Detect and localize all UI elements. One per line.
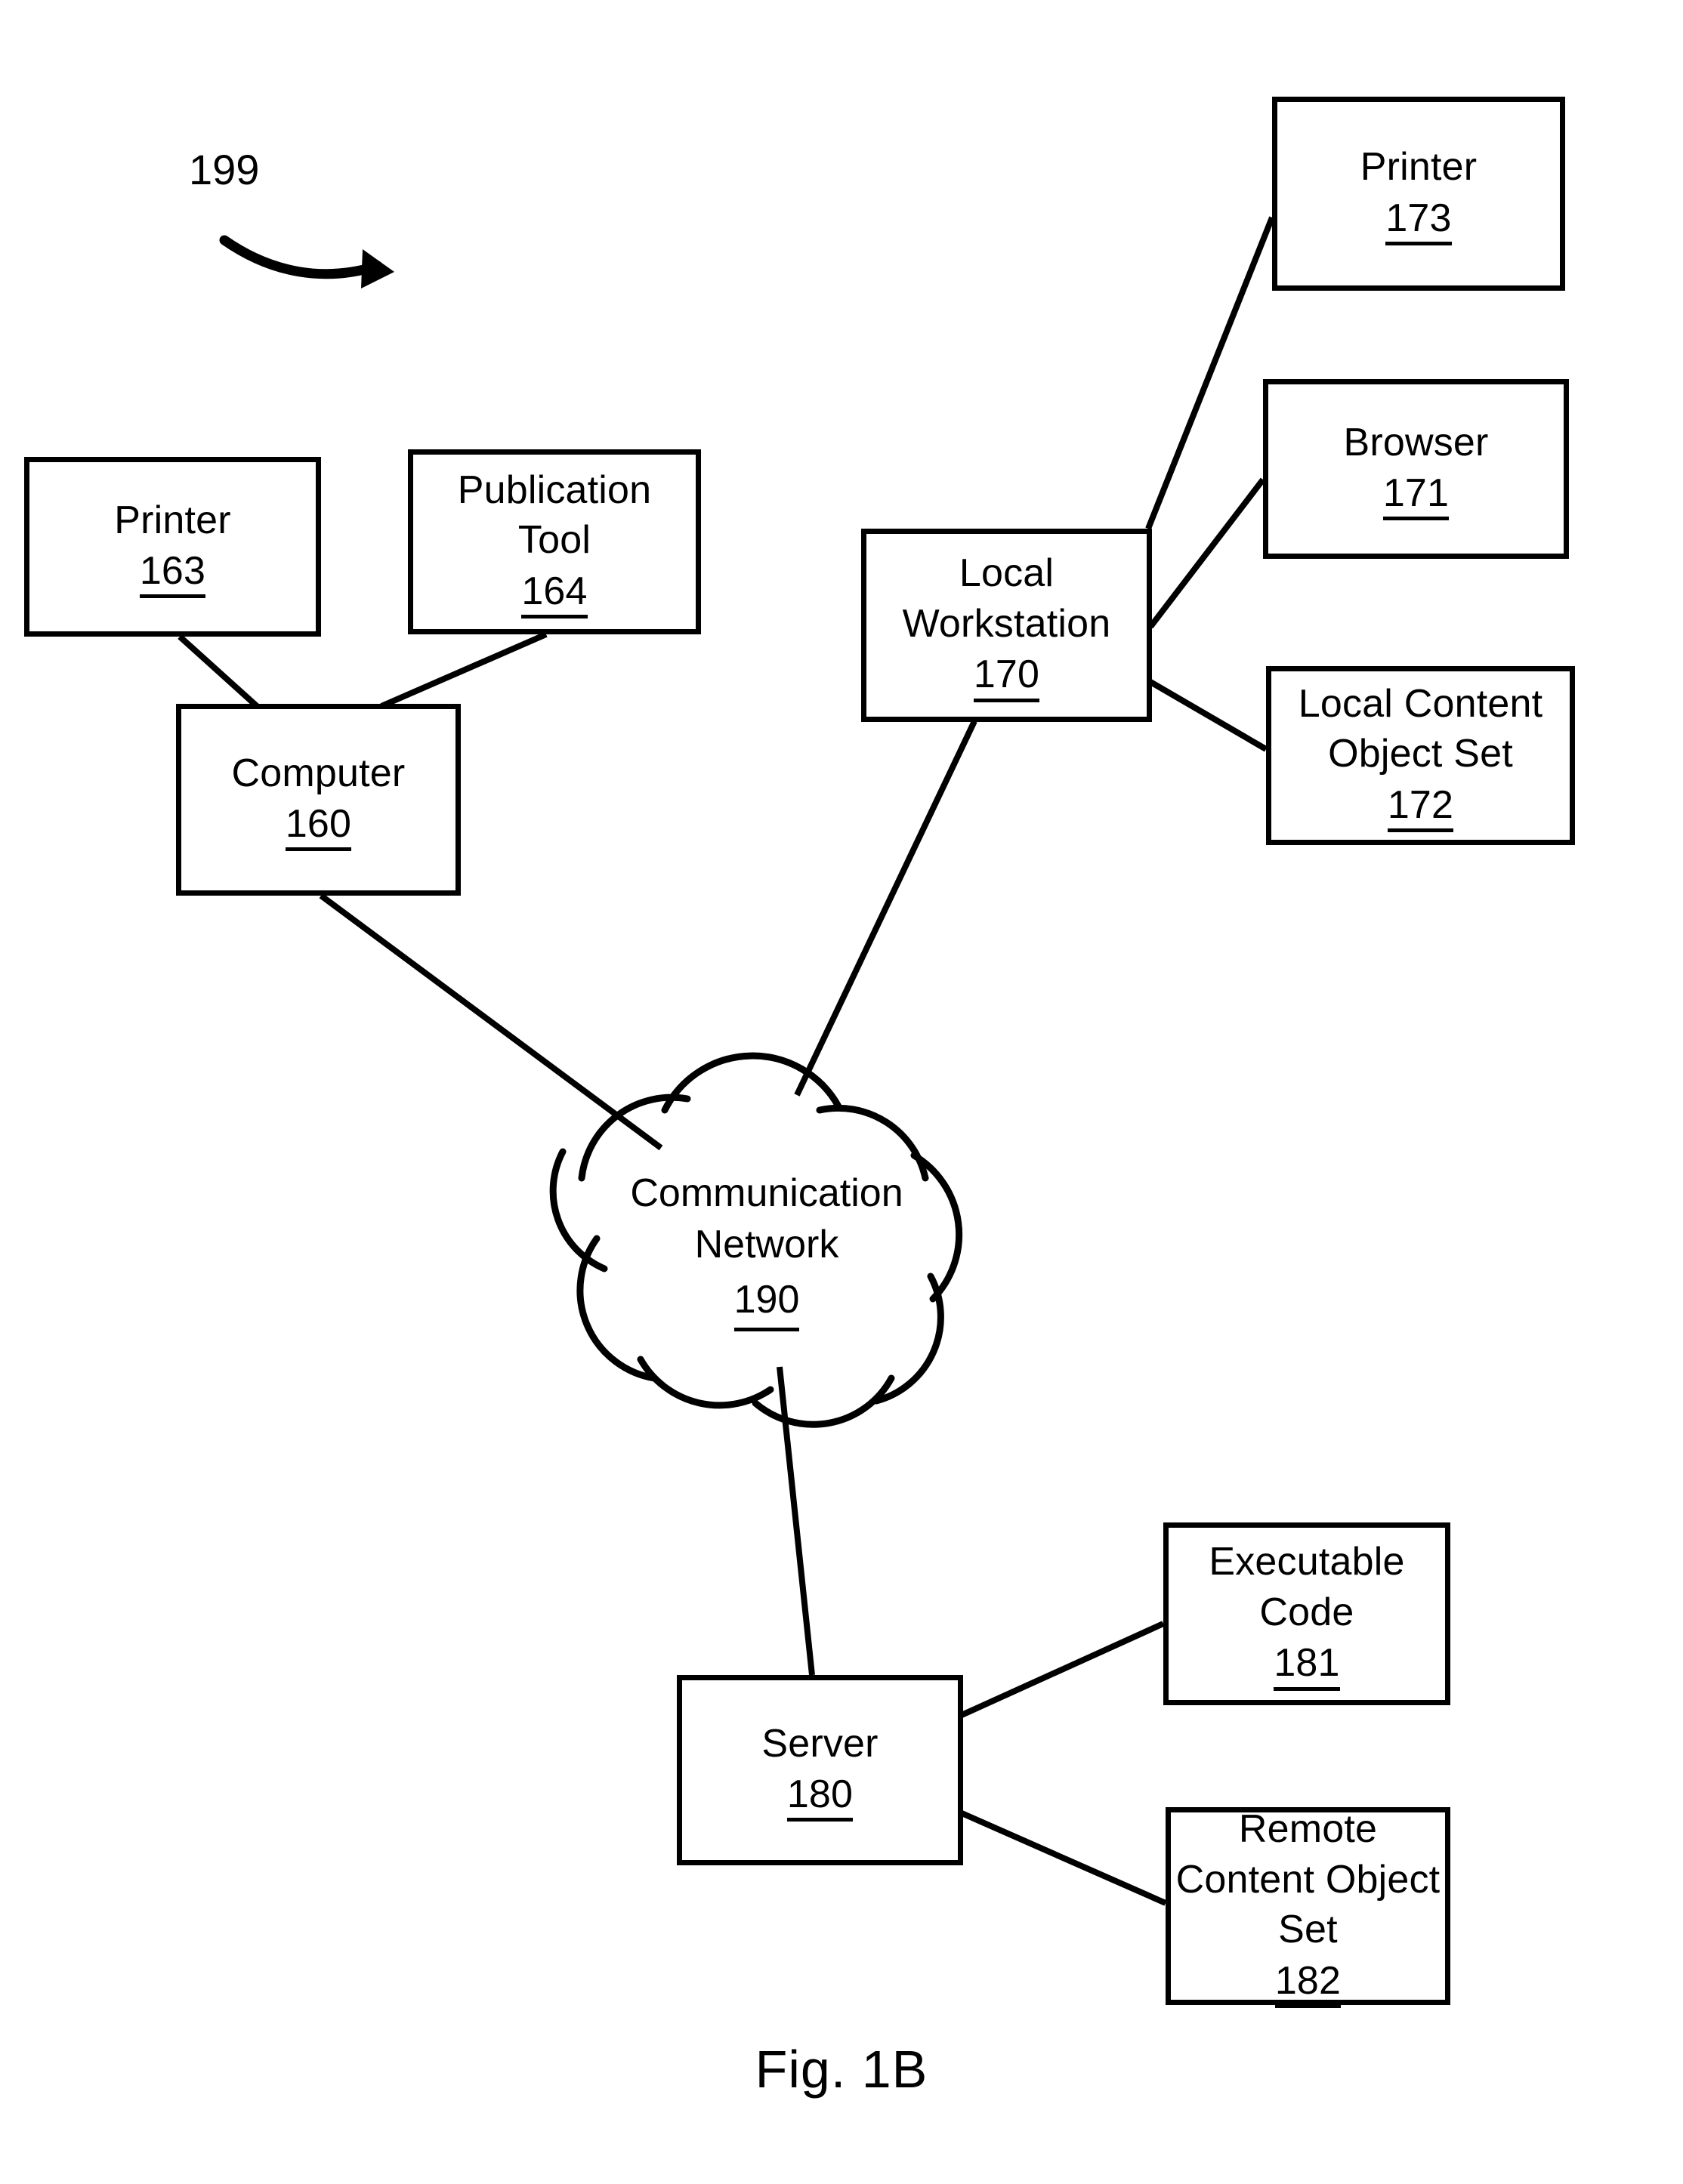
node-server-180-label: Server bbox=[761, 1721, 879, 1766]
node-printer-163-ref: 163 bbox=[139, 549, 206, 599]
patent-figure-canvas: 199 Printer 163 Publication Tool 164 Com… bbox=[0, 0, 1683, 2184]
node-printer-173-ref: 173 bbox=[1385, 196, 1452, 245]
node-printer-173-label: Printer bbox=[1360, 145, 1478, 190]
node-publication-tool-164-label: Publication Tool bbox=[457, 467, 652, 563]
node-executable-code-181-label: Executable Code bbox=[1209, 1540, 1405, 1634]
node-server-180-ref: 180 bbox=[786, 1772, 854, 1822]
node-executable-code-181-ref: 181 bbox=[1274, 1642, 1340, 1691]
node-computer-160-ref: 160 bbox=[285, 802, 352, 852]
node-printer-173[interactable]: Printer 173 bbox=[1272, 97, 1565, 291]
figure-caption-text: Fig. 1B bbox=[755, 2040, 928, 2099]
node-local-content-object-set-172-label: Local Content Object Set bbox=[1298, 681, 1543, 776]
node-server-180[interactable]: Server 180 bbox=[677, 1675, 963, 1865]
node-computer-160[interactable]: Computer 160 bbox=[176, 704, 461, 896]
node-local-workstation-170-label: Local Workstation bbox=[902, 551, 1111, 646]
node-remote-content-object-set-182[interactable]: Remote Content Object Set 182 bbox=[1166, 1807, 1450, 2008]
node-browser-171[interactable]: Browser 171 bbox=[1263, 379, 1569, 559]
node-local-content-object-set-172[interactable]: Local Content Object Set 172 bbox=[1266, 666, 1575, 845]
node-browser-171-ref: 171 bbox=[1382, 471, 1450, 521]
node-browser-171-label: Browser bbox=[1343, 420, 1489, 464]
node-local-workstation-170[interactable]: Local Workstation 170 bbox=[861, 529, 1152, 722]
node-printer-163[interactable]: Printer 163 bbox=[24, 457, 321, 637]
node-executable-code-181[interactable]: Executable Code 181 bbox=[1163, 1522, 1450, 1705]
node-publication-tool-164-ref: 164 bbox=[521, 569, 588, 619]
node-local-content-object-set-172-ref: 172 bbox=[1387, 783, 1454, 833]
node-remote-content-object-set-182-ref: 182 bbox=[1274, 1959, 1342, 2008]
node-publication-tool-164[interactable]: Publication Tool 164 bbox=[408, 449, 701, 634]
node-computer-160-label: Computer bbox=[231, 751, 406, 795]
system-reference-199: 199 bbox=[189, 145, 259, 194]
node-printer-163-label: Printer bbox=[114, 498, 231, 542]
figure-caption: Fig. 1B bbox=[0, 2039, 1683, 2099]
node-local-workstation-170-ref: 170 bbox=[973, 653, 1040, 702]
node-remote-content-object-set-182-label: Remote Content Object Set bbox=[1175, 1807, 1441, 1952]
system-reference-label: 199 bbox=[189, 146, 260, 193]
